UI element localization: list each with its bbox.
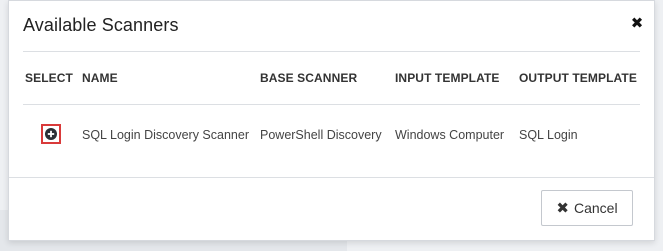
column-header-input-template: INPUT TEMPLATE — [393, 52, 517, 105]
column-header-name: NAME — [80, 52, 258, 105]
available-scanners-dialog: Available Scanners ✖ SELECT NAME BASE SC… — [8, 0, 655, 241]
plus-circle-icon — [45, 128, 57, 140]
select-cell — [23, 105, 80, 166]
column-header-select: SELECT — [23, 52, 80, 105]
scanners-table: SELECT NAME BASE SCANNER INPUT TEMPLATE … — [23, 52, 640, 165]
cancel-button-label: Cancel — [573, 200, 618, 216]
table-row: SQL Login Discovery Scanner PowerShell D… — [23, 105, 640, 166]
column-header-output-template: OUTPUT TEMPLATE — [517, 52, 640, 105]
input-template-cell: Windows Computer — [395, 127, 505, 142]
close-icon[interactable]: ✖ — [629, 15, 645, 31]
scanner-name-cell: SQL Login Discovery Scanner — [82, 127, 249, 142]
dialog-header: Available Scanners ✖ — [9, 1, 654, 51]
column-header-base-scanner: BASE SCANNER — [258, 52, 393, 105]
footer-divider — [9, 177, 654, 178]
select-scanner-button[interactable] — [41, 124, 61, 144]
cancel-button[interactable]: ✖ Cancel — [541, 190, 633, 226]
base-scanner-cell: PowerShell Discovery — [260, 127, 382, 142]
dialog-title: Available Scanners — [23, 15, 179, 35]
close-icon: ✖ — [556, 199, 569, 217]
table-header-row: SELECT NAME BASE SCANNER INPUT TEMPLATE … — [23, 52, 640, 105]
output-template-cell: SQL Login — [519, 127, 578, 142]
